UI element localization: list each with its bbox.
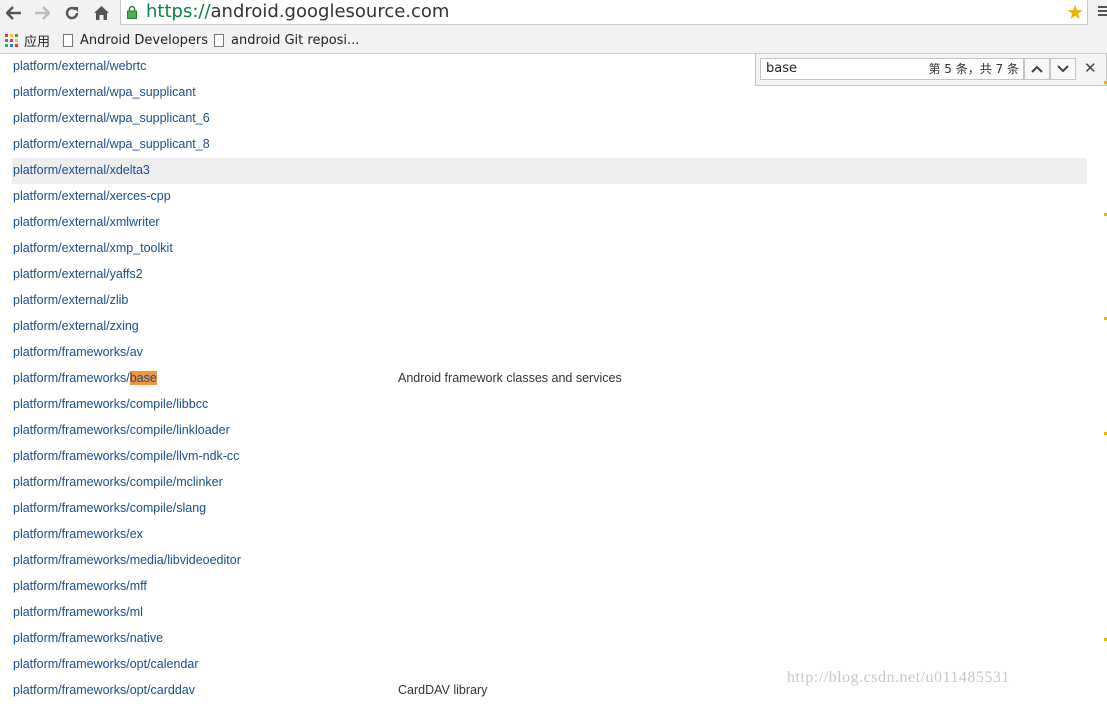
repo-row: platform/frameworks/ml (12, 600, 1087, 626)
repo-description: Android framework classes and services (398, 371, 622, 385)
repo-row: platform/external/yaffs2 (12, 262, 1087, 288)
repo-link[interactable]: platform/external/wpa_supplicant_8 (13, 132, 210, 156)
address-bar[interactable]: https://android.googlesource.com ★ (120, 0, 1088, 25)
repo-description: CardDAV library (398, 683, 488, 697)
chevron-down-icon (1057, 65, 1069, 73)
reload-icon (65, 6, 79, 20)
arrow-right-icon (35, 6, 50, 20)
find-match-count: 第 5 条，共 7 条 (928, 62, 1019, 76)
repo-link[interactable]: platform/external/yaffs2 (13, 262, 143, 286)
repo-row: platform/frameworks/mff (12, 574, 1087, 600)
find-close-icon[interactable]: ✕ (1084, 59, 1097, 77)
repo-row: platform/frameworks/base Android framewor… (12, 366, 1087, 392)
browser-toolbar: https://android.googlesource.com ★ (0, 0, 1107, 27)
find-previous-button[interactable] (1024, 58, 1050, 80)
repo-link[interactable]: platform/external/zlib (13, 288, 128, 312)
repo-link[interactable]: platform/external/xerces-cpp (13, 184, 171, 208)
bookmark-label: Android Developers (80, 32, 209, 48)
repo-row: platform/frameworks/media/libvideoeditor (12, 548, 1087, 574)
repo-link[interactable]: platform/frameworks/compile/mclinker (13, 470, 223, 494)
find-query: base (766, 61, 797, 76)
lock-icon (127, 5, 137, 19)
repo-link[interactable]: platform/external/xmlwriter (13, 210, 160, 234)
repo-row: platform/frameworks/compile/llvm-ndk-cc (12, 444, 1087, 470)
repo-link[interactable]: platform/external/zxing (13, 314, 139, 338)
bookmark-label: 应用 (24, 34, 51, 50)
repo-path-prefix: platform/frameworks/ (13, 371, 130, 385)
repository-list: platform/external/webrtc platform/externa… (0, 54, 1107, 699)
home-button[interactable] (90, 3, 112, 23)
reload-button[interactable] (61, 3, 83, 23)
repo-link[interactable]: platform/frameworks/ex (13, 522, 143, 546)
url-host: android.googlesource.com (210, 1, 450, 22)
repo-row: platform/external/zxing (12, 314, 1087, 340)
home-icon (93, 6, 109, 20)
repo-link[interactable]: platform/frameworks/compile/libbcc (13, 392, 208, 416)
star-bookmark-icon[interactable]: ★ (1066, 1, 1084, 23)
repo-link[interactable]: platform/frameworks/av (13, 340, 143, 364)
repo-link[interactable]: platform/external/xdelta3 (13, 158, 150, 182)
repo-row: platform/external/wpa_supplicant_8 (12, 132, 1087, 158)
arrow-left-icon (6, 6, 21, 20)
repo-link[interactable]: platform/frameworks/compile/slang (13, 496, 206, 520)
bookmark-android-git[interactable]: android Git reposi... (214, 27, 359, 53)
repo-row: platform/frameworks/compile/mclinker (12, 470, 1087, 496)
repo-row: platform/frameworks/compile/libbcc (12, 392, 1087, 418)
repo-link[interactable]: platform/frameworks/mff (13, 574, 147, 598)
apps-grid-icon (5, 33, 18, 47)
repo-row: platform/external/zlib (12, 288, 1087, 314)
repo-row: platform/external/xerces-cpp (12, 184, 1087, 210)
bookmark-label: android Git reposi... (231, 32, 360, 48)
url-text: https://android.googlesource.com (146, 1, 449, 23)
repo-link[interactable]: platform/frameworks/media/libvideoeditor (13, 548, 241, 572)
repo-row: platform/external/xdelta3 (12, 158, 1087, 184)
find-match-highlight: base (129, 371, 157, 385)
back-button[interactable] (3, 3, 25, 23)
page-icon (214, 33, 224, 47)
repo-row: platform/frameworks/ex (12, 522, 1087, 548)
chevron-up-icon (1031, 65, 1043, 73)
repo-link[interactable]: platform/frameworks/ml (13, 600, 143, 624)
watermark: http://blog.csdn.net/u011485531 (787, 669, 1010, 686)
find-bar: base 第 5 条，共 7 条 ✕ (755, 54, 1107, 86)
page-icon (63, 33, 73, 47)
forward-button[interactable] (31, 3, 53, 23)
repo-link[interactable]: platform/external/wpa_supplicant (13, 80, 196, 104)
repo-row: platform/external/xmp_toolkit (12, 236, 1087, 262)
find-next-button[interactable] (1050, 58, 1076, 80)
repo-link[interactable]: platform/frameworks/compile/linkloader (13, 418, 230, 442)
repo-link[interactable]: platform/frameworks/opt/calendar (13, 652, 199, 676)
repo-link[interactable]: platform/external/wpa_supplicant_6 (13, 106, 210, 130)
chrome-menu-button[interactable] (1096, 4, 1107, 22)
repo-link[interactable]: platform/frameworks/native (13, 626, 163, 650)
bookmark-android-developers[interactable]: Android Developers (63, 27, 208, 53)
repo-row: platform/frameworks/compile/linkloader (12, 418, 1087, 444)
url-scheme: https:// (146, 1, 211, 22)
bookmarks-bar: 应用 Android Developers android Git reposi… (0, 27, 1107, 54)
repo-link[interactable]: platform/frameworks/opt/carddav (13, 678, 195, 702)
repo-link[interactable]: platform/frameworks/base (13, 366, 157, 390)
repo-row: platform/frameworks/native (12, 626, 1087, 652)
repo-link[interactable]: platform/frameworks/compile/llvm-ndk-cc (13, 444, 239, 468)
repo-link[interactable]: platform/external/webrtc (13, 54, 146, 78)
repo-link[interactable]: platform/external/xmp_toolkit (13, 236, 173, 260)
repo-row: platform/external/wpa_supplicant_6 (12, 106, 1087, 132)
repo-row: platform/frameworks/compile/slang (12, 496, 1087, 522)
repo-row: platform/external/xmlwriter (12, 210, 1087, 236)
bookmark-apps[interactable]: 应用 (5, 27, 50, 53)
find-input[interactable]: base 第 5 条，共 7 条 (760, 58, 1024, 80)
repo-row: platform/frameworks/av (12, 340, 1087, 366)
